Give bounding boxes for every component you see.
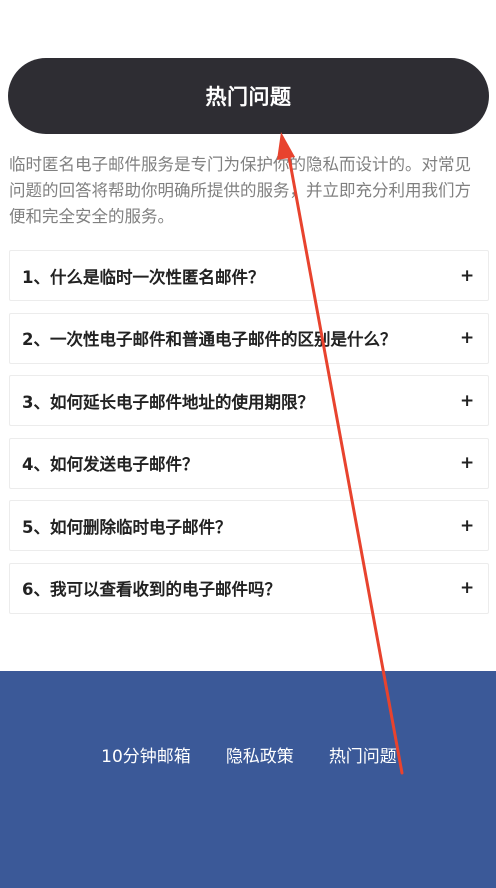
faq-item-3[interactable]: 3、如何延长电子邮件地址的使用期限？ + xyxy=(9,375,489,427)
plus-icon[interactable]: + xyxy=(460,516,474,536)
faq-question: 4、如何发送电子邮件？ xyxy=(22,455,199,475)
faq-item-5[interactable]: 5、如何删除临时电子邮件？ + xyxy=(9,500,489,552)
faq-item-4[interactable]: 4、如何发送电子邮件？ + xyxy=(9,437,489,489)
intro-text: 临时匿名电子邮件服务是专门为保护你的隐私而设计的。对常见问题的回答将帮助你明确所… xyxy=(9,155,471,226)
plus-icon[interactable]: + xyxy=(460,453,474,473)
footer-link-faq[interactable]: 热门问题 xyxy=(329,742,397,767)
faq-question: 5、如何删除临时电子邮件？ xyxy=(22,517,232,537)
faq-question: 2、一次性电子邮件和普通电子邮件的区别是什么？ xyxy=(22,330,397,350)
faq-list: 1、什么是临时一次性匿名邮件？ + 2、一次性电子邮件和普通电子邮件的区别是什么… xyxy=(9,250,489,626)
faq-question: 6、我可以查看收到的电子邮件吗？ xyxy=(22,580,281,600)
faq-question: 3、如何延长电子邮件地址的使用期限？ xyxy=(22,392,314,412)
faq-item-6[interactable]: 6、我可以查看收到的电子邮件吗？ + xyxy=(9,562,489,614)
plus-icon[interactable]: + xyxy=(460,578,474,598)
faq-item-2[interactable]: 2、一次性电子邮件和普通电子邮件的区别是什么？ + xyxy=(9,312,489,364)
faq-question: 1、什么是临时一次性匿名邮件？ xyxy=(22,267,265,287)
hero-title-pill: 热门问题 xyxy=(8,58,489,134)
plus-icon[interactable]: + xyxy=(460,328,474,348)
footer-link-10min-mail[interactable]: 10分钟邮箱 xyxy=(101,742,191,767)
footer-nav: 10分钟邮箱 隐私政策 热门问题 xyxy=(0,742,496,767)
page: 热门问题 临时匿名电子邮件服务是专门为保护你的隐私而设计的。对常见问题的回答将帮… xyxy=(0,0,496,888)
footer: 10分钟邮箱 隐私政策 热门问题 xyxy=(0,671,496,888)
faq-item-1[interactable]: 1、什么是临时一次性匿名邮件？ + xyxy=(9,250,489,301)
hero-title: 热门问题 xyxy=(205,85,292,109)
footer-link-privacy[interactable]: 隐私政策 xyxy=(226,742,294,767)
plus-icon[interactable]: + xyxy=(460,391,474,411)
plus-icon[interactable]: + xyxy=(460,266,474,286)
